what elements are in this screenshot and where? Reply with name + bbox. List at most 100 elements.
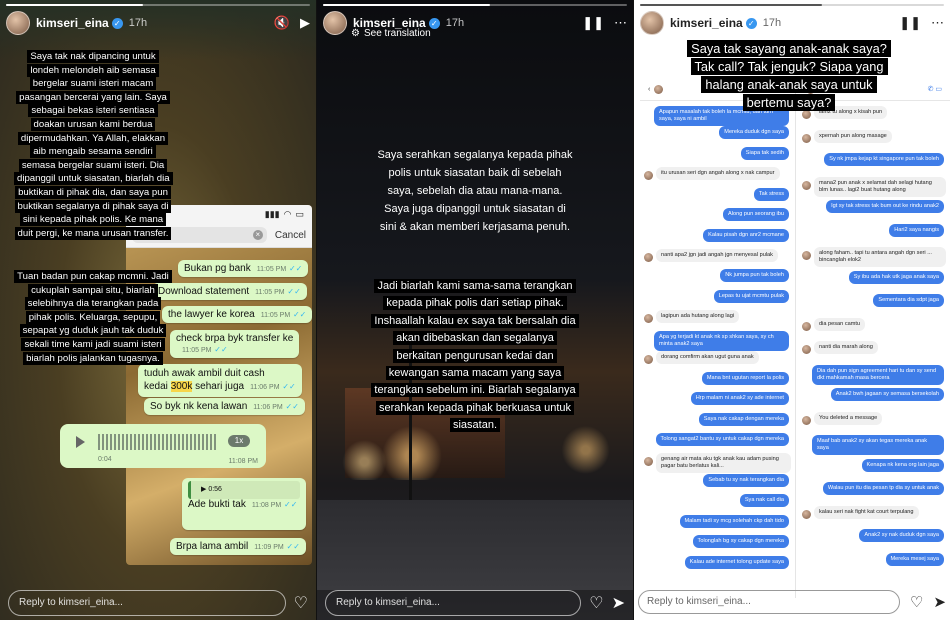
story-time: 17h xyxy=(762,17,782,29)
chat-bubble: Tak stress xyxy=(753,187,789,201)
heart-icon[interactable]: ♡ xyxy=(589,593,603,613)
chat-bubble: Sementara dia sdpt jaga xyxy=(873,294,944,307)
chat-bubble: Mereka mesej saya xyxy=(885,552,944,566)
speed-button[interactable]: 1x xyxy=(228,435,250,447)
avatar[interactable] xyxy=(640,11,664,35)
sender-avatar xyxy=(802,133,811,143)
chat-bubble: mana2 pun anak x selamat dah selagi huta… xyxy=(814,176,946,197)
story-panel-1[interactable]: kimseri_eina ✓ 17h 🔇 ▶ ▮▮▮ ◠ ▭ × Cancel Bu… xyxy=(0,0,316,620)
sender-avatar xyxy=(802,321,811,331)
voice-duration: 0:04 xyxy=(98,456,112,463)
chat-bubble: nanti dia marah along xyxy=(814,341,878,354)
story-progress-fill xyxy=(640,4,823,6)
sender-avatar xyxy=(802,345,811,354)
more-icon[interactable]: ⋯ xyxy=(614,15,627,31)
chat-bubble: check brpa byk transfer ke 11:05 PM ✓✓ xyxy=(170,330,300,358)
play-icon[interactable]: ▶ xyxy=(300,15,310,31)
chat-bubble: Kalau ade internet tolong update saya xyxy=(684,555,789,569)
chat-bubble: Walau pun itu dia pesan tp dia sy untuk … xyxy=(822,482,944,495)
signal-icon: ▮▮▮ xyxy=(264,208,280,219)
chat-bubble: Along pun seorang ibu xyxy=(723,208,789,222)
username[interactable]: kimseri_eina xyxy=(36,16,109,30)
story-caption: Tuan badan pun cakap mcmni. Jadi cukupla… xyxy=(14,270,172,365)
chat-bubble: Kenapa nk kena org lain jaga xyxy=(861,458,944,472)
chat-bubble: Igt sy tak stress tak bum out ke rindu a… xyxy=(826,200,944,213)
chat-bubble: the lawyer ke korea 11:05 PM ✓✓ xyxy=(162,306,313,323)
see-translation-link[interactable]: ⚙ See translation xyxy=(351,28,431,39)
story-progress-bar xyxy=(323,4,627,6)
reply-bar: Reply to kimseri_eina... ♡ ➤ xyxy=(638,590,946,614)
voice-message[interactable]: 0:04 1x 11:08 PM xyxy=(60,424,266,468)
story-caption: Jadi biarlah kami sama-sama terangkan ke… xyxy=(371,278,579,435)
story-header: kimseri_eina ✓ 17h 🔇 ▶ xyxy=(6,10,310,36)
quoted-message: ▶ 0:56 xyxy=(188,481,300,499)
chat-bubble: Mana bnt ugutan report la polis xyxy=(701,371,789,385)
chat-bubble: Lepas tu ujat mcmtu pulak xyxy=(713,289,789,303)
chat-bubble: So byk nk kena lawan 11:06 PM ✓✓ xyxy=(144,398,305,415)
story-time: 17h xyxy=(445,17,465,29)
chat-bubble: Sy nk jmpa kejap kt singapore pun tak bo… xyxy=(824,153,944,166)
chat-bubble: Tolonglah bg sy cakap dgn mereka xyxy=(692,535,789,549)
chat-bubble: kalau seri nak fight kat court terpulang xyxy=(814,505,919,519)
cancel-button: Cancel xyxy=(274,229,306,241)
story-header: kimseri_eina ✓ 17h ❚❚ ⋯ xyxy=(640,10,944,36)
story-panel-2[interactable]: kimseri_eina ✓ 17h ❚❚ ⋯ ⚙ See translation… xyxy=(317,0,633,620)
avatar[interactable] xyxy=(323,11,347,35)
story-progress-fill xyxy=(323,4,491,6)
chat-screenshot-right: ✆ ▭ lain2 tu along x kisah pun xpernah pu… xyxy=(798,78,950,598)
chat-bubble: Sebab tu sy nak terangkan dia xyxy=(703,473,789,487)
story-caption: Saya tak nak dipancing untuk londeh melo… xyxy=(14,50,173,240)
chat-bubble: tuduh awak ambil duit cash kedai 300k seh… xyxy=(138,364,302,397)
voice-play-icon[interactable] xyxy=(76,436,85,448)
chat-bubble: genang air mata aku tgk anak kau adam pu… xyxy=(656,453,791,474)
heart-icon[interactable]: ♡ xyxy=(910,593,923,611)
chat-bubble: Mereka duduk dgn saya xyxy=(719,126,789,140)
sender-avatar xyxy=(644,171,653,181)
chat-bubble: Anak2 bwh jagaan sy semasa bersekolah xyxy=(830,388,944,401)
chat-bubble: Saya nak cakap dengan mereka xyxy=(698,412,789,426)
send-icon[interactable]: ➤ xyxy=(933,593,946,611)
sender-avatar xyxy=(802,251,811,260)
send-icon[interactable]: ➤ xyxy=(612,593,625,613)
heart-icon[interactable]: ♡ xyxy=(294,593,308,613)
avatar[interactable] xyxy=(6,11,30,35)
chat-bubble: itu urusan seri dgn angah along x nak ca… xyxy=(656,167,780,181)
chat-bubble: Sy ibu ada hak utk jaga anak saya xyxy=(848,270,944,284)
reply-bar: Reply to kimseri_eina... ♡ xyxy=(0,586,316,620)
background-road xyxy=(317,500,633,590)
chat-bubble: You deleted a message xyxy=(814,411,883,425)
chat-bubble: Kalau pisah dgn anr2 mcmane xyxy=(703,228,789,242)
wifi-icon: ◠ xyxy=(283,208,292,219)
chat-bubble: Tolong sangat2 bantu sy untuk cakap dgn … xyxy=(655,432,789,446)
reply-input[interactable]: Reply to kimseri_eina... xyxy=(8,590,286,616)
chat-bubble: Siapa tak sedih xyxy=(740,146,789,160)
story-time: 17h xyxy=(128,17,148,29)
chat-bubble: Brpa lama ambil 11:09 PM ✓✓ xyxy=(170,538,306,555)
reply-input[interactable]: Reply to kimseri_eina... xyxy=(638,590,900,614)
chat-bubble: along faham.. tapi tu antara angah dgn s… xyxy=(814,247,946,267)
chat-screenshot-left: ‹ Apapun masalah tak boleh la mcmtu, dan… xyxy=(640,78,796,598)
pause-icon[interactable]: ❚❚ xyxy=(582,15,604,31)
more-icon[interactable]: ⋯ xyxy=(931,15,944,31)
chat-bubble: Hari2 saya nangis xyxy=(889,223,944,237)
chat-bubble: Hrp malam ni anak2 sy ade internet xyxy=(690,392,789,406)
username[interactable]: kimseri_eina xyxy=(670,16,743,30)
sender-avatar xyxy=(644,355,653,365)
sender-avatar xyxy=(644,457,653,467)
chat-bubble: lagipun ada hutang along lagi xyxy=(656,310,740,324)
story-panel-3[interactable]: kimseri_eina ✓ 17h ❚❚ ⋯ ‹ Apapun masalah… xyxy=(634,0,950,620)
chat-bubble: dorang comfirm akan ugut guna anak xyxy=(656,351,759,365)
call-icon: ✆ ▭ xyxy=(927,86,942,93)
verified-badge-icon: ✓ xyxy=(111,17,123,29)
sender-avatar xyxy=(802,509,811,519)
mute-icon[interactable]: 🔇 xyxy=(274,15,290,31)
sender-avatar xyxy=(644,314,653,324)
chat-bubble: Apa yg terjadi kt anak nk sp shkan saya,… xyxy=(654,330,789,351)
reply-input[interactable]: Reply to kimseri_eina... xyxy=(325,590,582,616)
story-caption: Saya tak sayang anak-anak saya? Tak call… xyxy=(684,40,894,112)
story-progress-bar xyxy=(640,4,944,6)
chat-bubble: Bukan pg bank 11:05 PM ✓✓ xyxy=(178,260,309,277)
pause-icon[interactable]: ❚❚ xyxy=(899,15,921,31)
reply-bar: Reply to kimseri_eina... ♡ ➤ xyxy=(317,586,633,620)
chat-bubble: Anak2 sy nak duduk dgn saya xyxy=(859,529,944,542)
